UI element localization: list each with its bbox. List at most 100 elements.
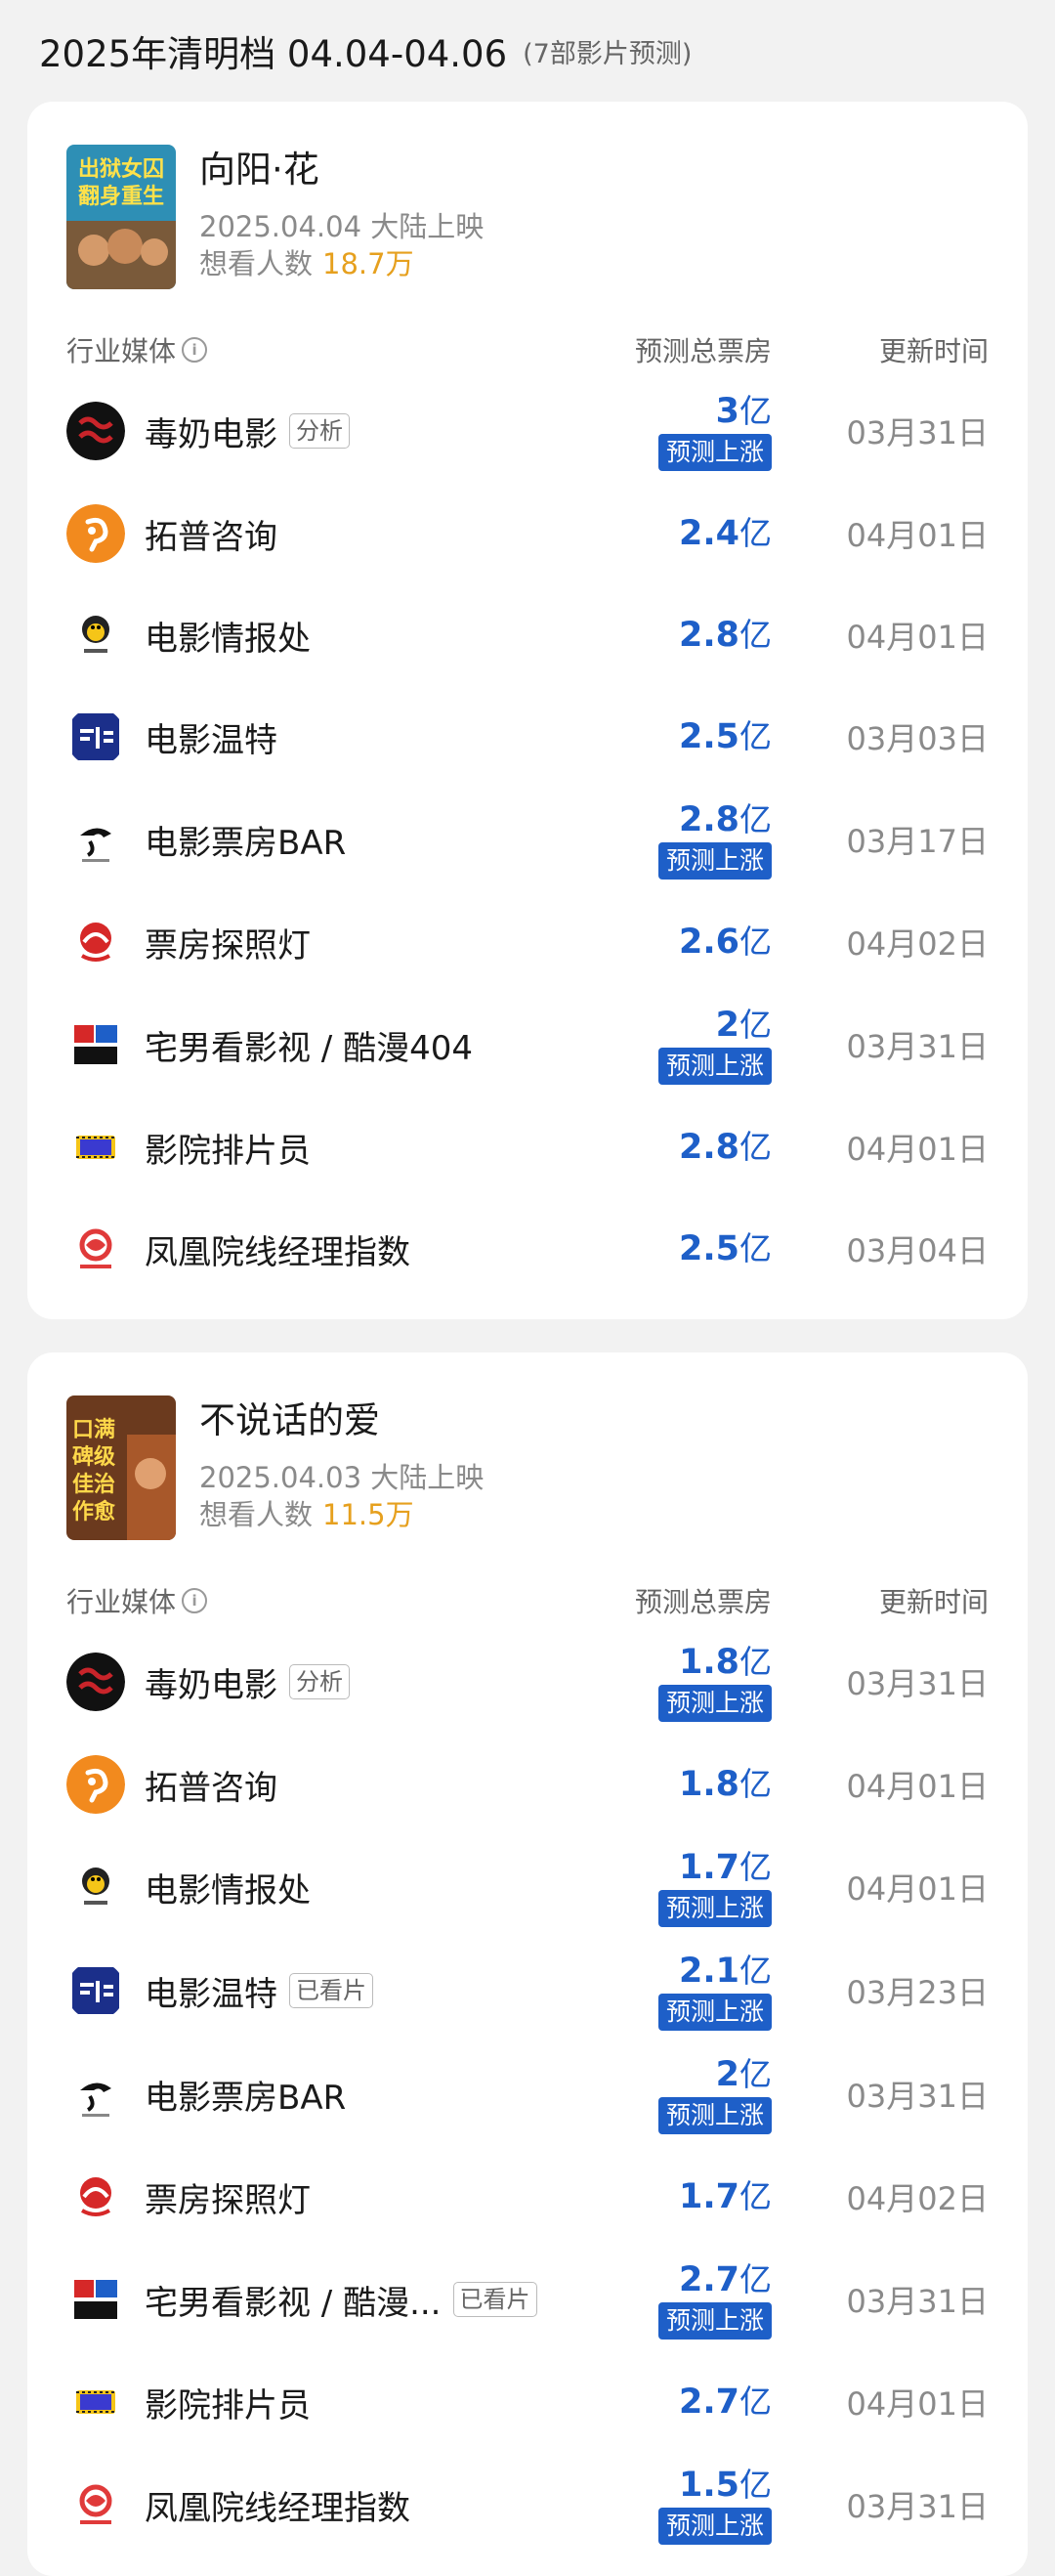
- wente-logo-icon[interactable]: [66, 708, 125, 766]
- forecast-number: 2.5: [678, 1229, 739, 1268]
- forecast-row[interactable]: 影院排片员 2.8亿 04月01日: [66, 1096, 989, 1198]
- update-date: 03月31日: [846, 1028, 989, 1065]
- forecast-cell: 2.1亿 预测上涨: [576, 1951, 772, 2031]
- forecast-number: 1.8: [678, 1643, 739, 1682]
- media-name[interactable]: 拓普咨询: [145, 1761, 277, 1809]
- forecast-unit: 亿: [739, 2177, 772, 2215]
- forecast-row[interactable]: 宅男看影视 / 酷漫404 2亿 预测上涨 03月31日: [66, 993, 989, 1096]
- forecast-number: 2: [715, 2055, 739, 2094]
- forecast-row[interactable]: 电影温特 已看片 2.1亿 预测上涨 03月23日: [66, 1939, 989, 2042]
- media-tag[interactable]: 已看片: [452, 2282, 537, 2317]
- forecast-value: 2亿: [716, 2054, 772, 2095]
- media-name[interactable]: 拓普咨询: [145, 510, 277, 558]
- movie-poster[interactable]: 出狱女囚 翻身重生: [66, 145, 176, 289]
- forecast-unit: 亿: [739, 2466, 772, 2504]
- movie-card[interactable]: 口满 碑级 佳治 作愈 不说话的爱 2025.04.03 大陆上映 想看人数 11.5万…: [27, 1352, 1028, 2576]
- forecast-row[interactable]: 电影情报处 2.8亿 04月01日: [66, 584, 989, 686]
- media-name[interactable]: 毒奶电影: [145, 408, 277, 455]
- duniu-logo-icon[interactable]: [66, 402, 125, 460]
- media-tag[interactable]: 已看片: [289, 1973, 373, 2008]
- media-name[interactable]: 毒奶电影: [145, 1658, 277, 1706]
- table-header: 行业媒体 i 预测总票房 更新时间: [66, 321, 989, 379]
- media-name[interactable]: 影院排片员: [145, 2379, 311, 2426]
- tanzhaodeng-logo-icon[interactable]: [66, 2168, 125, 2226]
- qingbao-logo-icon[interactable]: [66, 1858, 125, 1916]
- wente-logo-icon[interactable]: [66, 1961, 125, 2020]
- bar-logo-icon[interactable]: [66, 810, 125, 869]
- column-updated: 更新时间: [878, 1586, 989, 1618]
- bar-logo-icon[interactable]: [66, 2065, 125, 2124]
- movie-header[interactable]: 出狱女囚 翻身重生 向阳·花 2025.04.04 大陆上映 想看人数 18.7万: [66, 145, 989, 289]
- fenghuang-logo-icon[interactable]: [66, 1220, 125, 1278]
- forecast-up-badge: 预测上涨: [657, 2097, 772, 2134]
- forecast-row[interactable]: 电影情报处 1.7亿 预测上涨 04月01日: [66, 1835, 989, 1939]
- update-date: 04月01日: [846, 517, 989, 554]
- forecast-unit: 亿: [739, 616, 772, 654]
- media-name[interactable]: 电影票房BAR: [145, 2071, 346, 2119]
- media-name[interactable]: 宅男看影视 / 酷漫...: [145, 2276, 442, 2324]
- media-name[interactable]: 凤凰院线经理指数: [145, 1225, 410, 1273]
- media-name[interactable]: 电影情报处: [145, 1864, 311, 1911]
- forecast-row[interactable]: 凤凰院线经理指数 2.5亿 03月04日: [66, 1198, 989, 1300]
- media-name[interactable]: 宅男看影视 / 酷漫404: [145, 1021, 473, 1069]
- page-title: 2025年清明档 04.04-04.06: [39, 33, 508, 75]
- forecast-row[interactable]: 拓普咨询 2.4亿 04月01日: [66, 483, 989, 584]
- forecast-row[interactable]: 拓普咨询 1.8亿 04月01日: [66, 1734, 989, 1835]
- media-name[interactable]: 电影情报处: [145, 612, 311, 660]
- forecast-row[interactable]: 电影票房BAR 2亿 预测上涨 03月31日: [66, 2042, 989, 2146]
- forecast-row[interactable]: 票房探照灯 2.6亿 04月02日: [66, 891, 989, 993]
- forecast-value: 2.5亿: [679, 716, 772, 757]
- forecast-unit: 亿: [739, 1765, 772, 1803]
- media-tag[interactable]: 分析: [289, 413, 350, 449]
- media-cell: 拓普咨询: [66, 504, 576, 563]
- forecast-up-badge: 预测上涨: [657, 842, 772, 880]
- duniu-logo-icon[interactable]: [66, 1653, 125, 1711]
- forecast-up-badge: 预测上涨: [657, 1048, 772, 1085]
- media-name[interactable]: 电影温特: [145, 713, 277, 761]
- info-icon[interactable]: i: [182, 1588, 208, 1613]
- media-tag[interactable]: 分析: [289, 1664, 350, 1699]
- tuopu-logo-icon[interactable]: [66, 1755, 125, 1814]
- zhainan-logo-icon[interactable]: [66, 2270, 125, 2329]
- media-name[interactable]: 票房探照灯: [145, 919, 311, 966]
- forecast-number: 2.8: [678, 800, 739, 839]
- forecast-list: 毒奶电影 分析 3亿 预测上涨 03月31日 拓普咨询 2.4亿 04月01日 电影情报处 2.8…: [66, 379, 989, 1300]
- qingbao-logo-icon[interactable]: [66, 606, 125, 665]
- media-name[interactable]: 影院排片员: [145, 1124, 311, 1172]
- tuopu-logo-icon[interactable]: [66, 504, 125, 563]
- fenghuang-logo-icon[interactable]: [66, 2475, 125, 2534]
- movie-poster[interactable]: 口满 碑级 佳治 作愈: [66, 1395, 176, 1540]
- forecast-row[interactable]: 电影票房BAR 2.8亿 预测上涨 03月17日: [66, 788, 989, 891]
- forecast-row[interactable]: 宅男看影视 / 酷漫... 已看片 2.7亿 预测上涨 03月31日: [66, 2248, 989, 2351]
- update-date: 04月01日: [846, 2385, 989, 2423]
- forecast-row[interactable]: 毒奶电影 分析 1.8亿 预测上涨 03月31日: [66, 1630, 989, 1734]
- movie-header[interactable]: 口满 碑级 佳治 作愈 不说话的爱 2025.04.03 大陆上映 想看人数 11.5万: [66, 1395, 989, 1540]
- forecast-unit: 亿: [739, 1229, 772, 1267]
- forecast-row[interactable]: 影院排片员 2.7亿 04月01日: [66, 2351, 989, 2453]
- media-name[interactable]: 凤凰院线经理指数: [145, 2481, 410, 2529]
- svg-text:口满: 口满: [72, 1418, 115, 1442]
- media-cell: 宅男看影视 / 酷漫404: [66, 1015, 576, 1074]
- media-name[interactable]: 票房探照灯: [145, 2173, 311, 2221]
- movie-card[interactable]: 出狱女囚 翻身重生 向阳·花 2025.04.04 大陆上映 想看人数 18.7万 …: [27, 102, 1028, 1319]
- forecast-row[interactable]: 电影温特 2.5亿 03月03日: [66, 686, 989, 788]
- paipian-logo-icon[interactable]: [66, 1118, 125, 1177]
- forecast-row[interactable]: 毒奶电影 分析 3亿 预测上涨 03月31日: [66, 379, 989, 483]
- media-cell: 票房探照灯: [66, 2168, 576, 2226]
- forecast-value: 2.4亿: [679, 513, 772, 554]
- media-name[interactable]: 电影温特: [145, 1967, 277, 2015]
- forecast-row[interactable]: 票房探照灯 1.7亿 04月02日: [66, 2146, 989, 2248]
- media-name[interactable]: 电影票房BAR: [145, 816, 346, 864]
- info-icon[interactable]: i: [182, 337, 208, 363]
- zhainan-logo-icon[interactable]: [66, 1015, 125, 1074]
- movie-title[interactable]: 不说话的爱: [199, 1399, 484, 1442]
- forecast-cell: 2.4亿: [576, 513, 772, 554]
- movie-title[interactable]: 向阳·花: [199, 149, 484, 192]
- forecast-number: 2.7: [678, 2260, 739, 2299]
- forecast-row[interactable]: 凤凰院线经理指数 1.5亿 预测上涨 03月31日: [66, 2453, 989, 2556]
- column-updated: 更新时间: [878, 335, 989, 367]
- page-subtitle: (7部影片预测): [523, 38, 693, 69]
- tanzhaodeng-logo-icon[interactable]: [66, 913, 125, 971]
- paipian-logo-icon[interactable]: [66, 2373, 125, 2431]
- want-to-see-label: 想看人数: [199, 1498, 314, 1531]
